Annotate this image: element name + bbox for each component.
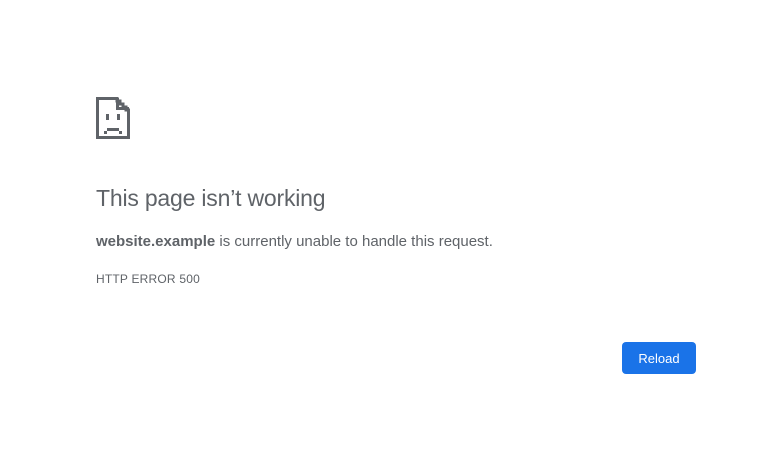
reload-button[interactable]: Reload [622, 342, 696, 374]
error-content: This page isn’t working website.example … [96, 97, 696, 286]
host-name: website.example [96, 233, 216, 250]
error-message: website.example is currently unable to h… [96, 233, 493, 250]
error-message-text: is currently unable to handle this reque… [215, 233, 493, 250]
error-code: HTTP ERROR 500 [96, 272, 200, 286]
page-title: This page isn’t working [96, 185, 326, 211]
sad-page-icon [96, 97, 696, 139]
